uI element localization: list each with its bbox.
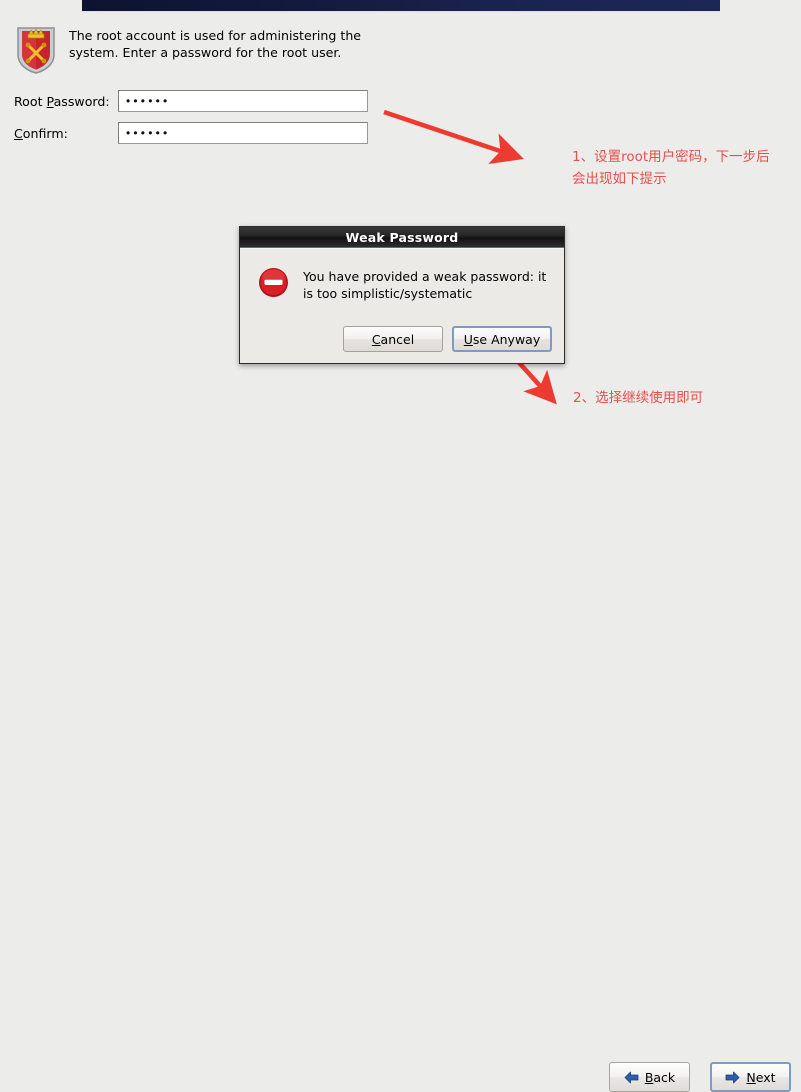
confirm-password-input[interactable]: •••••• [118, 122, 368, 144]
annotation-step-1: 1、设置root用户密码，下一步后 会出现如下提示 [572, 149, 770, 187]
navigation-bar: Back Next [0, 527, 801, 1092]
dialog-title: Weak Password [345, 229, 459, 245]
annotation-step-2: 2、选择继续使用即可 [573, 390, 704, 406]
annotation-arrow-1 [383, 109, 524, 165]
confirm-password-row: Confirm: •••••• [14, 122, 368, 144]
arrow-right-icon [725, 1071, 740, 1084]
cancel-button[interactable]: Cancel [343, 326, 443, 352]
dialog-message-row: You have provided a weak password: it is… [240, 249, 564, 302]
dialog-titlebar: Weak Password [240, 227, 564, 248]
weak-password-dialog: Weak Password You have provided a weak p… [239, 226, 565, 364]
next-button-label: Next [746, 1069, 776, 1085]
dialog-button-row: Cancel Use Anyway [343, 326, 552, 352]
dialog-body: You have provided a weak password: it is… [240, 248, 564, 363]
confirm-password-label: Confirm: [14, 125, 68, 141]
intro-block: The root account is used for administeri… [14, 25, 374, 75]
root-password-label: Root Password: [14, 93, 110, 109]
arrow-left-icon [624, 1071, 639, 1084]
root-password-input[interactable]: •••••• [118, 90, 368, 112]
next-button[interactable]: Next [710, 1062, 791, 1092]
installer-window: The root account is used for administeri… [0, 0, 801, 1092]
top-banner-shadow [82, 11, 720, 13]
back-button[interactable]: Back [609, 1062, 690, 1092]
root-password-row: Root Password: •••••• [14, 90, 368, 112]
back-button-label: Back [644, 1069, 676, 1085]
top-banner [82, 0, 720, 11]
stop-error-icon [258, 267, 289, 298]
root-password-value: •••••• [126, 94, 171, 108]
shield-crest-icon [14, 25, 58, 75]
use-anyway-button[interactable]: Use Anyway [452, 326, 552, 352]
dialog-message: You have provided a weak password: it is… [303, 269, 547, 301]
confirm-password-value: •••••• [126, 126, 171, 140]
intro-text: The root account is used for administeri… [69, 28, 362, 60]
